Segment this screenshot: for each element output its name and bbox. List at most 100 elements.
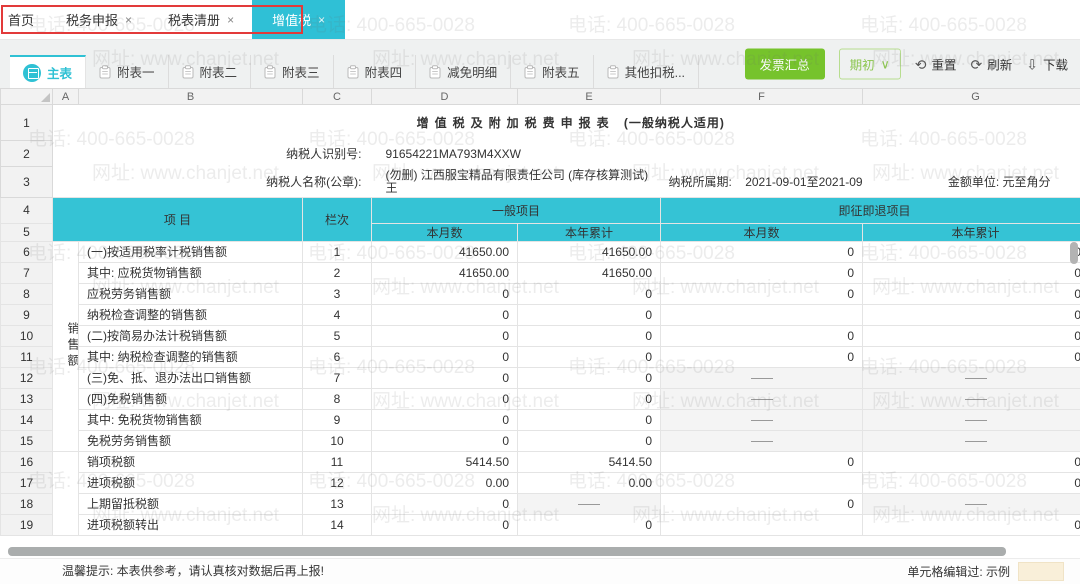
cell-refund-year[interactable]: 0 [863,514,1080,535]
cell-general-year[interactable] [518,493,661,514]
cell-general-month[interactable]: 41650.00 [372,262,518,283]
vertical-scrollbar-thumb[interactable] [1070,242,1078,264]
cell-general-year[interactable]: 41650.00 [518,262,661,283]
cell-general-month[interactable]: 0.00 [372,472,518,493]
cell-column-no[interactable]: 12 [303,472,372,493]
cell-general-year[interactable]: 0 [518,430,661,451]
cell-general-year[interactable]: 0 [518,283,661,304]
cell-refund-year[interactable]: 0 [863,283,1080,304]
cell-column-no[interactable]: 14 [303,514,372,535]
close-icon[interactable]: × [318,13,325,27]
cell-general-month[interactable]: 0 [372,388,518,409]
cell-refund-month[interactable] [661,304,863,325]
cell-item-name[interactable]: 其中: 应税货物销售额 [79,262,303,283]
cell-general-month[interactable]: 0 [372,430,518,451]
cell-item-name[interactable]: (三)免、抵、退办法出口销售额 [79,367,303,388]
opening-button[interactable]: 期初 ∨ [839,49,901,80]
cell-refund-year[interactable]: 0 [863,346,1080,367]
cell-column-no[interactable]: 9 [303,409,372,430]
refresh-button[interactable]: ⟳ 刷新 [971,55,1013,74]
sheet-tab-8[interactable]: 其他扣税... [594,55,699,88]
cell-item-name[interactable]: 销项税额 [79,451,303,472]
cell-refund-year[interactable]: 0 [863,241,1080,262]
cell-general-year[interactable]: 0.00 [518,472,661,493]
sheet-tab-4[interactable]: 附表三 [251,55,334,88]
cell-refund-year[interactable]: 0 [863,325,1080,346]
cell-refund-month[interactable]: 0 [661,283,863,304]
close-icon[interactable]: × [125,13,132,27]
cell-column-no[interactable]: 6 [303,346,372,367]
cell-general-month[interactable]: 0 [372,367,518,388]
cell-column-no[interactable]: 13 [303,493,372,514]
cell-general-month[interactable]: 41650.00 [372,241,518,262]
cell-refund-month[interactable] [661,367,863,388]
cell-column-no[interactable]: 1 [303,241,372,262]
cell-refund-year[interactable]: 0 [863,451,1080,472]
window-tab-4[interactable]: 增值税× [252,0,345,39]
cell-refund-year[interactable] [863,388,1080,409]
download-button[interactable]: ⇩ 下载 [1026,55,1068,74]
cell-general-year[interactable]: 0 [518,388,661,409]
cell-column-no[interactable]: 10 [303,430,372,451]
cell-general-month[interactable]: 0 [372,283,518,304]
sheet-tab-7[interactable]: 附表五 [511,55,594,88]
cell-item-name[interactable]: 进项税额 [79,472,303,493]
cell-general-year[interactable]: 41650.00 [518,241,661,262]
cell-general-year[interactable]: 0 [518,325,661,346]
cell-item-name[interactable]: (二)按简易办法计税销售额 [79,325,303,346]
cell-refund-month[interactable]: 0 [661,493,863,514]
cell-general-year[interactable]: 0 [518,367,661,388]
cell-refund-month[interactable]: 0 [661,241,863,262]
cell-general-year[interactable]: 5414.50 [518,451,661,472]
cell-refund-month[interactable]: 0 [661,262,863,283]
close-icon[interactable]: × [227,13,234,27]
cell-refund-year[interactable] [863,409,1080,430]
cell-refund-month[interactable]: 0 [661,325,863,346]
cell-item-name[interactable]: 应税劳务销售额 [79,283,303,304]
horizontal-scrollbar-thumb[interactable] [8,547,1006,556]
cell-refund-year[interactable]: 0 [863,262,1080,283]
sheet-tab-1[interactable]: 主表 [10,55,86,88]
cell-column-no[interactable]: 7 [303,367,372,388]
cell-refund-month[interactable] [661,472,863,493]
cell-item-name[interactable]: (一)按适用税率计税销售额 [79,241,303,262]
cell-general-month[interactable]: 5414.50 [372,451,518,472]
cell-refund-year[interactable] [863,367,1080,388]
cell-item-name[interactable]: 其中: 纳税检查调整的销售额 [79,346,303,367]
window-tab-2[interactable]: 税务申报× [48,0,150,39]
cell-column-no[interactable]: 8 [303,388,372,409]
sheet-tab-6[interactable]: 减免明细 [416,55,511,88]
cell-refund-year[interactable]: 0 [863,472,1080,493]
invoice-summary-button[interactable]: 发票汇总 [745,49,825,80]
cell-general-month[interactable]: 0 [372,514,518,535]
cell-column-no[interactable]: 3 [303,283,372,304]
cell-refund-year[interactable] [863,430,1080,451]
cell-refund-month[interactable]: 0 [661,451,863,472]
window-tab-1[interactable]: 首页 [0,0,48,39]
cell-column-no[interactable]: 2 [303,262,372,283]
cell-general-month[interactable]: 0 [372,493,518,514]
cell-column-no[interactable]: 11 [303,451,372,472]
cell-column-no[interactable]: 5 [303,325,372,346]
sheet-tab-5[interactable]: 附表四 [334,55,417,88]
cell-general-month[interactable]: 0 [372,409,518,430]
cell-item-name[interactable]: (四)免税销售额 [79,388,303,409]
sheet-tab-3[interactable]: 附表二 [169,55,252,88]
sheet-tab-2[interactable]: 附表一 [86,55,169,88]
cell-item-name[interactable]: 纳税检查调整的销售额 [79,304,303,325]
cell-general-month[interactable]: 0 [372,325,518,346]
cell-refund-month[interactable] [661,409,863,430]
cell-item-name[interactable]: 进项税额转出 [79,514,303,535]
cell-general-month[interactable]: 0 [372,346,518,367]
cell-item-name[interactable]: 免税劳务销售额 [79,430,303,451]
cell-refund-year[interactable] [863,493,1080,514]
cell-item-name[interactable]: 上期留抵税额 [79,493,303,514]
cell-general-year[interactable]: 0 [518,514,661,535]
window-tab-3[interactable]: 税表清册× [150,0,252,39]
cell-column-no[interactable]: 4 [303,304,372,325]
cell-general-year[interactable]: 0 [518,304,661,325]
cell-refund-month[interactable] [661,514,863,535]
cell-refund-month[interactable] [661,388,863,409]
cell-general-month[interactable]: 0 [372,304,518,325]
cell-general-year[interactable]: 0 [518,346,661,367]
